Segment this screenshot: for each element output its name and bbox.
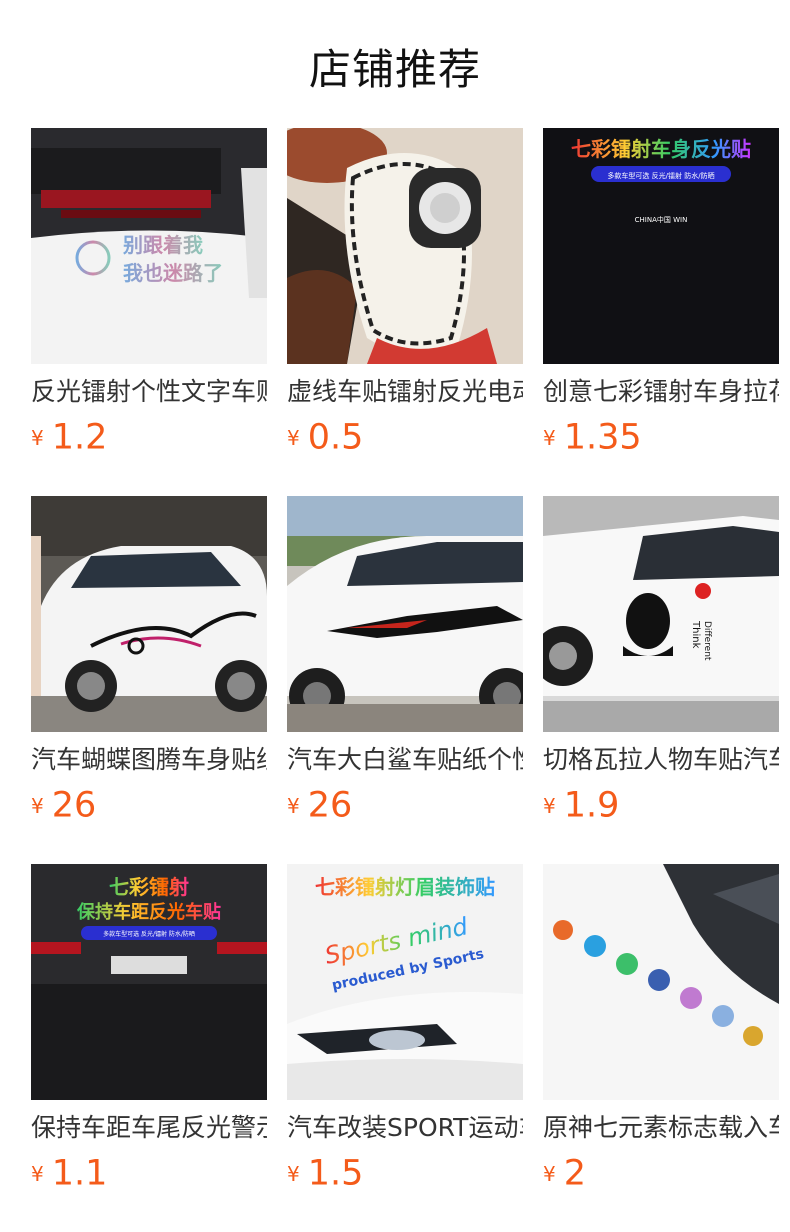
image-text: 保持车距反光车贴 bbox=[76, 901, 221, 923]
currency-symbol: ¥ bbox=[543, 1161, 556, 1186]
price-value: 26 bbox=[307, 785, 353, 826]
product-name[interactable]: 虚线车贴镭射反光电动车 bbox=[287, 374, 523, 410]
currency-symbol: ¥ bbox=[31, 1161, 44, 1186]
product-card[interactable]: 七彩镭射灯眉装饰贴 Sports mind produced by Sports… bbox=[287, 864, 523, 1194]
product-card[interactable]: 虚线车贴镭射反光电动车 ¥0.5 bbox=[287, 128, 523, 458]
image-text: Different bbox=[702, 621, 712, 661]
product-price: ¥1.35 bbox=[543, 416, 642, 458]
product-name[interactable]: 汽车蝴蝶图腾车身贴纸 bbox=[31, 742, 267, 778]
product-name[interactable]: 原神七元素标志载入车贴 bbox=[543, 1110, 779, 1146]
price-value: 1.1 bbox=[51, 1153, 108, 1194]
product-card[interactable]: 别跟着我 我也迷路了 反光镭射个性文字车贴 ¥1.2 bbox=[31, 128, 267, 458]
image-text: 七彩镭射灯眉装饰贴 bbox=[315, 875, 495, 899]
price-value: 1.35 bbox=[563, 417, 642, 458]
price-value: 1.9 bbox=[563, 785, 620, 826]
product-name[interactable]: 创意七彩镭射车身拉花 bbox=[543, 374, 779, 410]
product-name[interactable]: 切格瓦拉人物车贴汽车 bbox=[543, 742, 779, 778]
product-name[interactable]: 汽车改装SPORT运动车贴 bbox=[287, 1110, 523, 1146]
product-image[interactable] bbox=[287, 496, 523, 732]
product-image[interactable]: 别跟着我 我也迷路了 bbox=[31, 128, 267, 364]
product-price: ¥1.2 bbox=[31, 416, 107, 458]
product-price: ¥2 bbox=[543, 1152, 586, 1194]
product-image[interactable]: Think Different bbox=[543, 496, 779, 732]
image-text: 七彩镭射车身反光贴 bbox=[571, 137, 751, 161]
product-image[interactable] bbox=[543, 864, 779, 1100]
currency-symbol: ¥ bbox=[287, 425, 300, 450]
currency-symbol: ¥ bbox=[543, 793, 556, 818]
product-card[interactable]: 汽车大白鲨车贴纸个性 ¥26 bbox=[287, 496, 523, 826]
currency-symbol: ¥ bbox=[31, 425, 44, 450]
price-value: 2 bbox=[563, 1153, 587, 1194]
product-name[interactable]: 反光镭射个性文字车贴 bbox=[31, 374, 267, 410]
product-name[interactable]: 保持车距车尾反光警示 bbox=[31, 1110, 267, 1146]
currency-symbol: ¥ bbox=[287, 793, 300, 818]
image-text: 别跟着我 bbox=[122, 233, 203, 257]
product-price: ¥26 bbox=[287, 784, 352, 826]
product-price: ¥0.5 bbox=[287, 416, 363, 458]
product-price: ¥1.1 bbox=[31, 1152, 107, 1194]
image-text: 我也迷路了 bbox=[123, 261, 223, 285]
currency-symbol: ¥ bbox=[543, 425, 556, 450]
product-image[interactable]: 七彩镭射灯眉装饰贴 Sports mind produced by Sports bbox=[287, 864, 523, 1100]
product-price: ¥1.9 bbox=[543, 784, 619, 826]
price-value: 1.5 bbox=[307, 1153, 364, 1194]
section-title: 店铺推荐 bbox=[308, 45, 481, 94]
product-image[interactable]: 七彩镭射车身反光贴 多款车型可选 反光/镭射 防水/防晒 CHINA中国 WIN bbox=[543, 128, 779, 364]
product-image[interactable] bbox=[31, 496, 267, 732]
product-card[interactable]: 七彩镭射 保持车距反光车贴 多款车型可选 反光/镭射 防水/防晒 保持车距车尾反… bbox=[31, 864, 267, 1194]
image-text: CHINA中国 WIN bbox=[635, 215, 688, 224]
price-value: 1.2 bbox=[51, 417, 108, 458]
product-name[interactable]: 汽车大白鲨车贴纸个性 bbox=[287, 742, 523, 778]
currency-symbol: ¥ bbox=[287, 1161, 300, 1186]
price-value: 26 bbox=[51, 785, 97, 826]
product-image[interactable]: 七彩镭射 保持车距反光车贴 多款车型可选 反光/镭射 防水/防晒 bbox=[31, 864, 267, 1100]
image-text: 多款车型可选 反光/镭射 防水/防晒 bbox=[607, 171, 714, 180]
product-price: ¥26 bbox=[31, 784, 96, 826]
product-card[interactable]: 原神七元素标志载入车贴 ¥2 bbox=[543, 864, 779, 1194]
image-text: Think bbox=[690, 620, 701, 649]
price-value: 0.5 bbox=[307, 417, 364, 458]
currency-symbol: ¥ bbox=[31, 793, 44, 818]
image-text: 多款车型可选 反光/镭射 防水/防晒 bbox=[103, 930, 195, 938]
product-price: ¥1.5 bbox=[287, 1152, 363, 1194]
image-text: 七彩镭射 bbox=[109, 875, 189, 899]
product-card[interactable]: 七彩镭射车身反光贴 多款车型可选 反光/镭射 防水/防晒 CHINA中国 WIN bbox=[543, 128, 779, 458]
product-card[interactable]: Think Different 切格瓦拉人物车贴汽车 ¥1.9 bbox=[543, 496, 779, 826]
product-image[interactable] bbox=[287, 128, 523, 364]
product-card[interactable]: 汽车蝴蝶图腾车身贴纸 ¥26 bbox=[31, 496, 267, 826]
